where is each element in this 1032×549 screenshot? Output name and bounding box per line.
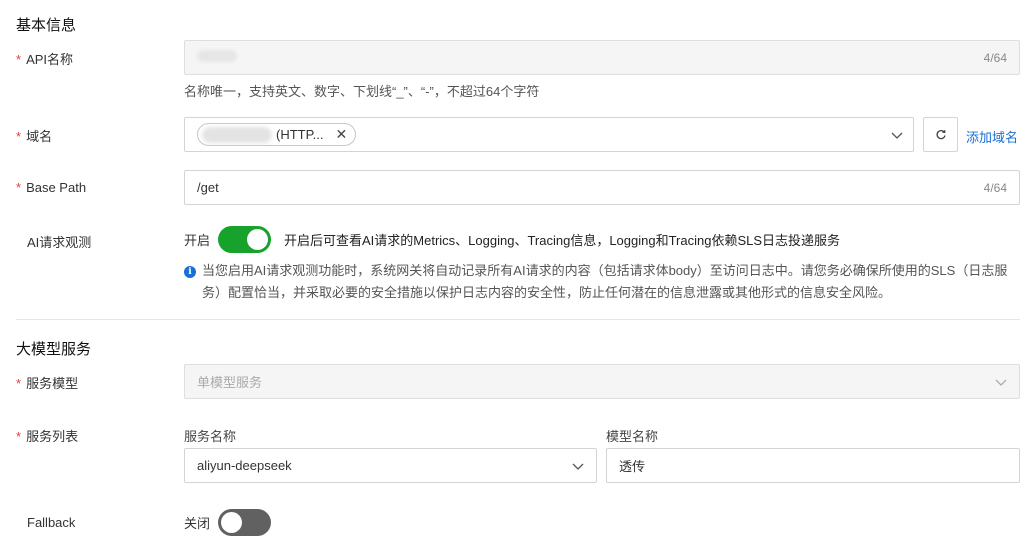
ai-observe-label: AI请求观测 (27, 235, 92, 250)
api-name-value (197, 50, 984, 65)
domain-tag: (HTTP... ✕ (197, 123, 357, 146)
model-name-input[interactable]: 透传 (606, 448, 1020, 483)
domain-select[interactable]: (HTTP... ✕ (184, 117, 914, 152)
chevron-down-icon[interactable] (891, 129, 903, 141)
base-path-label: * Base Path (16, 180, 86, 195)
section-title-model-service: 大模型服务 (16, 341, 92, 358)
ai-observe-switch-state: 开启 (184, 233, 211, 248)
chevron-down-icon (572, 463, 584, 470)
redacted-api-name (197, 50, 237, 62)
service-model-select[interactable]: 单模型服务 (184, 364, 1020, 399)
base-path-label-text: Base Path (26, 180, 87, 195)
required-mark: * (16, 429, 22, 444)
tag-close-icon[interactable]: ✕ (335, 126, 347, 143)
api-name-char-count: 4/64 (983, 50, 1007, 65)
info-icon: i (184, 266, 196, 278)
chevron-down-icon (995, 379, 1007, 386)
ai-observe-notice-text: 当您启用AI请求观测功能时，系统网关将自动记录所有AI请求的内容（包括请求体bo… (202, 263, 1008, 300)
required-mark: * (16, 129, 22, 144)
service-name-value: aliyun-deepseek (197, 458, 292, 473)
toggle-knob (221, 512, 243, 533)
service-model-label: * 服务模型 (16, 373, 78, 392)
service-name-column-label: 服务名称 (184, 429, 237, 444)
base-path-char-count: 4/64 (983, 180, 1007, 195)
toggle-knob (247, 229, 269, 250)
redacted-domain (202, 126, 272, 143)
base-path-input[interactable]: /get 4/64 (184, 170, 1020, 205)
section-divider (16, 319, 1020, 320)
section-title-basic-info: 基本信息 (16, 17, 77, 34)
fallback-switch-row: 关闭 (184, 509, 272, 536)
fallback-switch-state: 关闭 (184, 516, 211, 531)
domain-tag-area: (HTTP... ✕ (197, 123, 891, 146)
fallback-toggle[interactable] (218, 509, 272, 536)
model-name-value: 透传 (619, 459, 646, 474)
ai-observe-switch-row: 开启 开启后可查看AI请求的Metrics、Logging、Tracing信息，… (184, 226, 840, 253)
api-name-label: * API名称 (16, 49, 73, 68)
service-model-placeholder: 单模型服务 (197, 375, 263, 390)
domain-label: * 域名 (16, 126, 52, 145)
service-name-select[interactable]: aliyun-deepseek (184, 448, 597, 483)
api-name-input[interactable]: 4/64 (184, 40, 1020, 75)
required-mark: * (16, 376, 22, 391)
service-list-label-text: 服务列表 (26, 429, 79, 444)
fallback-label: Fallback (27, 515, 76, 530)
base-path-value: /get (197, 180, 219, 195)
api-name-help-text: 名称唯一，支持英文、数字、下划线“_”、“-”，不超过64个字符 (184, 84, 540, 99)
api-form-page: 基本信息 * API名称 4/64 名称唯一，支持英文、数字、下划线“_”、“-”… (0, 0, 1032, 549)
service-list-label: * 服务列表 (16, 426, 78, 445)
domain-label-text: 域名 (26, 129, 53, 144)
ai-observe-description: 开启后可查看AI请求的Metrics、Logging、Tracing信息，Log… (284, 233, 841, 248)
required-mark: * (16, 52, 22, 67)
ai-observe-notice: i 当您启用AI请求观测功能时，系统网关将自动记录所有AI请求的内容（包括请求体… (184, 260, 1020, 304)
model-name-column-label: 模型名称 (606, 429, 659, 444)
api-name-label-text: API名称 (26, 52, 74, 67)
ai-observe-toggle[interactable] (218, 226, 272, 253)
add-domain-link[interactable]: 添加域名 (966, 127, 1018, 146)
refresh-domain-button[interactable] (923, 117, 958, 152)
domain-tag-protocol: (HTTP... (276, 127, 324, 142)
refresh-icon (936, 129, 946, 139)
required-mark: * (16, 180, 22, 195)
service-model-label-text: 服务模型 (26, 376, 79, 391)
